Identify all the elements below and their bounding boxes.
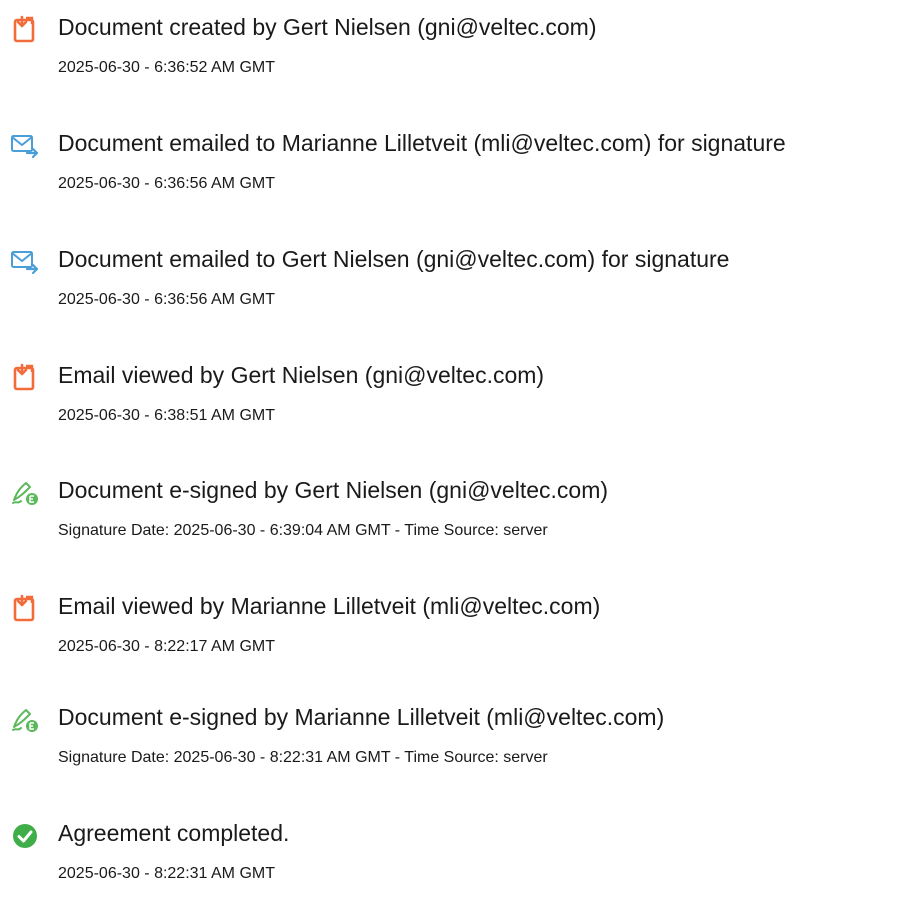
- entry-title: Document created by Gert Nielsen (gni@ve…: [58, 14, 597, 40]
- entry-title: Document e-signed by Gert Nielsen (gni@v…: [58, 477, 609, 503]
- entry-timestamp: 2025-06-30 - 6:36:56 AM GMT: [58, 175, 275, 192]
- document-emailed-icon: [10, 131, 40, 161]
- entry-timestamp: 2025-06-30 - 6:38:51 AM GMT: [58, 407, 275, 424]
- entry-timestamp: Signature Date: 2025-06-30 - 6:39:04 AM …: [58, 522, 548, 539]
- email-viewed-icon: [10, 363, 40, 393]
- entry-timestamp: 2025-06-30 - 8:22:17 AM GMT: [58, 638, 275, 655]
- entry-title: Document emailed to Gert Nielsen (gni@ve…: [58, 246, 730, 272]
- history-entry: Email viewed by Gert Nielsen (gni@veltec…: [0, 360, 904, 440]
- history-entry: Email viewed by Marianne Lilletveit (mli…: [0, 591, 904, 671]
- e-signed-icon: [10, 478, 40, 508]
- history-entry: Document created by Gert Nielsen (gni@ve…: [0, 12, 904, 92]
- entry-timestamp: Signature Date: 2025-06-30 - 8:22:31 AM …: [58, 749, 548, 766]
- document-created-icon: [10, 15, 40, 45]
- entry-title: Document emailed to Marianne Lilletveit …: [58, 130, 786, 156]
- history-entry: Document e-signed by Gert Nielsen (gni@v…: [0, 475, 904, 555]
- e-signed-icon: [10, 705, 40, 735]
- entry-timestamp: 2025-06-30 - 6:36:56 AM GMT: [58, 291, 275, 308]
- history-entry: Document emailed to Gert Nielsen (gni@ve…: [0, 244, 904, 324]
- email-viewed-icon: [10, 594, 40, 624]
- entry-title: Document e-signed by Marianne Lilletveit…: [58, 704, 665, 730]
- history-entry: Agreement completed. 2025-06-30 - 8:22:3…: [0, 818, 904, 898]
- history-entry: Document emailed to Marianne Lilletveit …: [0, 128, 904, 208]
- entry-title: Agreement completed.: [58, 820, 290, 846]
- entry-title: Email viewed by Marianne Lilletveit (mli…: [58, 593, 601, 619]
- entry-title: Email viewed by Gert Nielsen (gni@veltec…: [58, 362, 545, 388]
- agreement-completed-icon: [10, 821, 40, 851]
- entry-timestamp: 2025-06-30 - 6:36:52 AM GMT: [58, 59, 275, 76]
- history-entry: Document e-signed by Marianne Lilletveit…: [0, 702, 904, 782]
- document-emailed-icon: [10, 247, 40, 277]
